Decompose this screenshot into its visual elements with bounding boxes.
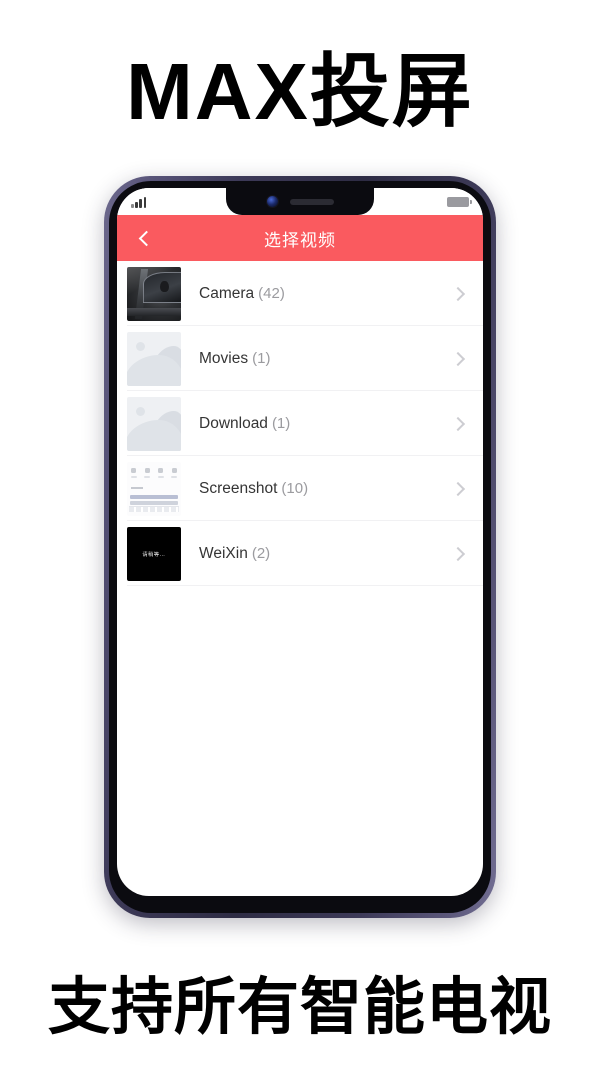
folder-name: Camera (42) [181,285,453,303]
folder-row-movies[interactable]: Movies (1) [117,326,483,391]
folder-name: Download (1) [181,415,453,433]
chevron-right-icon [450,416,466,431]
chevron-right-icon [450,351,466,366]
app-bar: 选择视频 [117,215,483,261]
app-bar-title: 选择视频 [264,230,336,250]
folder-row-screenshot[interactable]: Screenshot (10) [117,456,483,521]
folder-row-camera[interactable]: Camera (42) [117,261,483,326]
headline-bottom: 支持所有智能电视 [47,973,552,1042]
folder-row-weixin[interactable]: 请稍等… WeiXin (2) [117,521,483,586]
folder-thumbnail [127,461,181,516]
folder-count: (1) [271,414,291,432]
folder-thumbnail [127,396,181,451]
battery-icon [447,196,472,207]
headline-top: MAX投屏 [126,47,474,136]
chevron-right-icon [450,546,466,561]
folder-count: (2) [251,544,271,562]
earpiece-speaker-icon [289,198,334,205]
chevron-right-icon [450,286,466,301]
folder-name-text: Movies [199,349,249,367]
phone-mockup: 选择视频 Camera (42) Movies (1) Download (1)… [104,176,496,918]
phone-screen: 选择视频 Camera (42) Movies (1) Download (1)… [117,188,483,896]
folder-count: (10) [281,479,309,497]
front-camera-icon [266,196,278,207]
chevron-left-icon [138,230,154,246]
folder-name: WeiXin (2) [181,545,453,563]
folder-list: Camera (42) Movies (1) Download (1) Scre… [117,261,483,586]
signal-bars-icon [131,196,147,208]
folder-count: (42) [258,284,285,302]
chevron-right-icon [450,481,466,496]
promo-page: MAX投屏 选择视频 Camera (42) Movies (1) Downlo… [0,0,600,1067]
folder-thumbnail: 请稍等… [127,526,181,581]
folder-thumbnail [127,266,181,321]
phone-notch [226,188,374,215]
folder-thumbnail-text: 请稍等… [142,551,166,558]
folder-count: (1) [252,349,271,367]
folder-name: Movies (1) [181,350,453,368]
folder-thumbnail [127,331,181,386]
folder-name-text: Download [199,414,268,432]
back-button[interactable] [127,221,161,255]
folder-name: Screenshot (10) [181,480,453,498]
folder-name-text: Camera [199,284,255,302]
folder-name-text: WeiXin [199,544,248,562]
folder-name-text: Screenshot [199,479,278,497]
folder-row-download[interactable]: Download (1) [117,391,483,456]
